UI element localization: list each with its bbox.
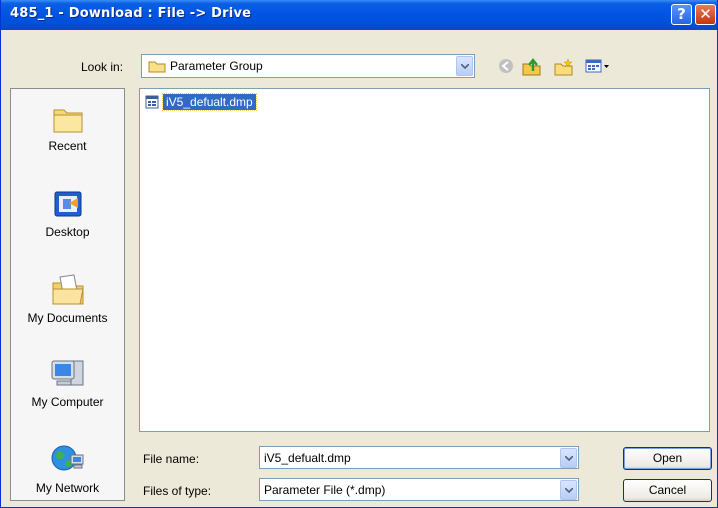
- desktop-icon: [54, 191, 81, 217]
- place-label: My Documents: [27, 311, 108, 325]
- file-name: iV5_defualt.dmp: [162, 93, 257, 111]
- file-type-select[interactable]: Parameter File (*.dmp): [259, 478, 579, 501]
- folder-icon: [148, 59, 166, 76]
- chevron-down-icon[interactable]: [456, 56, 473, 76]
- my-documents-icon: [52, 274, 84, 305]
- recent-folder-icon: [53, 109, 82, 133]
- up-folder-icon[interactable]: [522, 58, 542, 79]
- new-folder-icon[interactable]: [554, 58, 574, 79]
- chevron-down-icon[interactable]: [560, 480, 577, 500]
- window-title: 485_1 - Download : File -> Drive: [10, 6, 252, 21]
- file-type-label: Files of type:: [143, 484, 212, 498]
- chevron-down-icon[interactable]: [560, 448, 577, 468]
- place-my-computer[interactable]: My Computer: [11, 357, 124, 409]
- file-name-label: File name:: [143, 452, 200, 466]
- place-label: My Network: [35, 481, 100, 495]
- back-icon[interactable]: [498, 58, 514, 77]
- look-in-value: Parameter Group: [170, 59, 263, 73]
- file-icon: [145, 95, 159, 112]
- look-in-dropdown[interactable]: Parameter Group: [141, 54, 475, 78]
- help-button[interactable]: ?: [671, 4, 692, 25]
- places-bar: Recent Desktop My Documents My Computer …: [10, 88, 125, 501]
- view-menu-icon[interactable]: [585, 58, 611, 77]
- place-my-network[interactable]: My Network: [11, 443, 124, 495]
- file-name-value: iV5_defualt.dmp: [264, 451, 351, 465]
- place-label: Recent: [48, 139, 87, 153]
- place-label: My Computer: [31, 395, 104, 409]
- my-computer-icon: [51, 360, 83, 386]
- file-type-value: Parameter File (*.dmp): [264, 483, 386, 497]
- file-dialog: 485_1 - Download : File -> Drive ? ✕ Loo…: [0, 0, 718, 508]
- place-desktop[interactable]: Desktop: [11, 189, 124, 239]
- file-name-input[interactable]: iV5_defualt.dmp: [259, 446, 579, 469]
- look-in-label: Look in:: [81, 60, 124, 74]
- place-my-documents[interactable]: My Documents: [11, 273, 124, 325]
- open-button[interactable]: Open: [623, 447, 712, 470]
- place-label: Desktop: [45, 225, 90, 239]
- file-list[interactable]: iV5_defualt.dmp: [139, 88, 710, 432]
- place-recent[interactable]: Recent: [11, 103, 124, 153]
- close-button[interactable]: ✕: [695, 4, 716, 25]
- my-network-icon: [51, 445, 83, 471]
- title-bar[interactable]: 485_1 - Download : File -> Drive ? ✕: [1, 0, 717, 30]
- cancel-button[interactable]: Cancel: [623, 479, 712, 502]
